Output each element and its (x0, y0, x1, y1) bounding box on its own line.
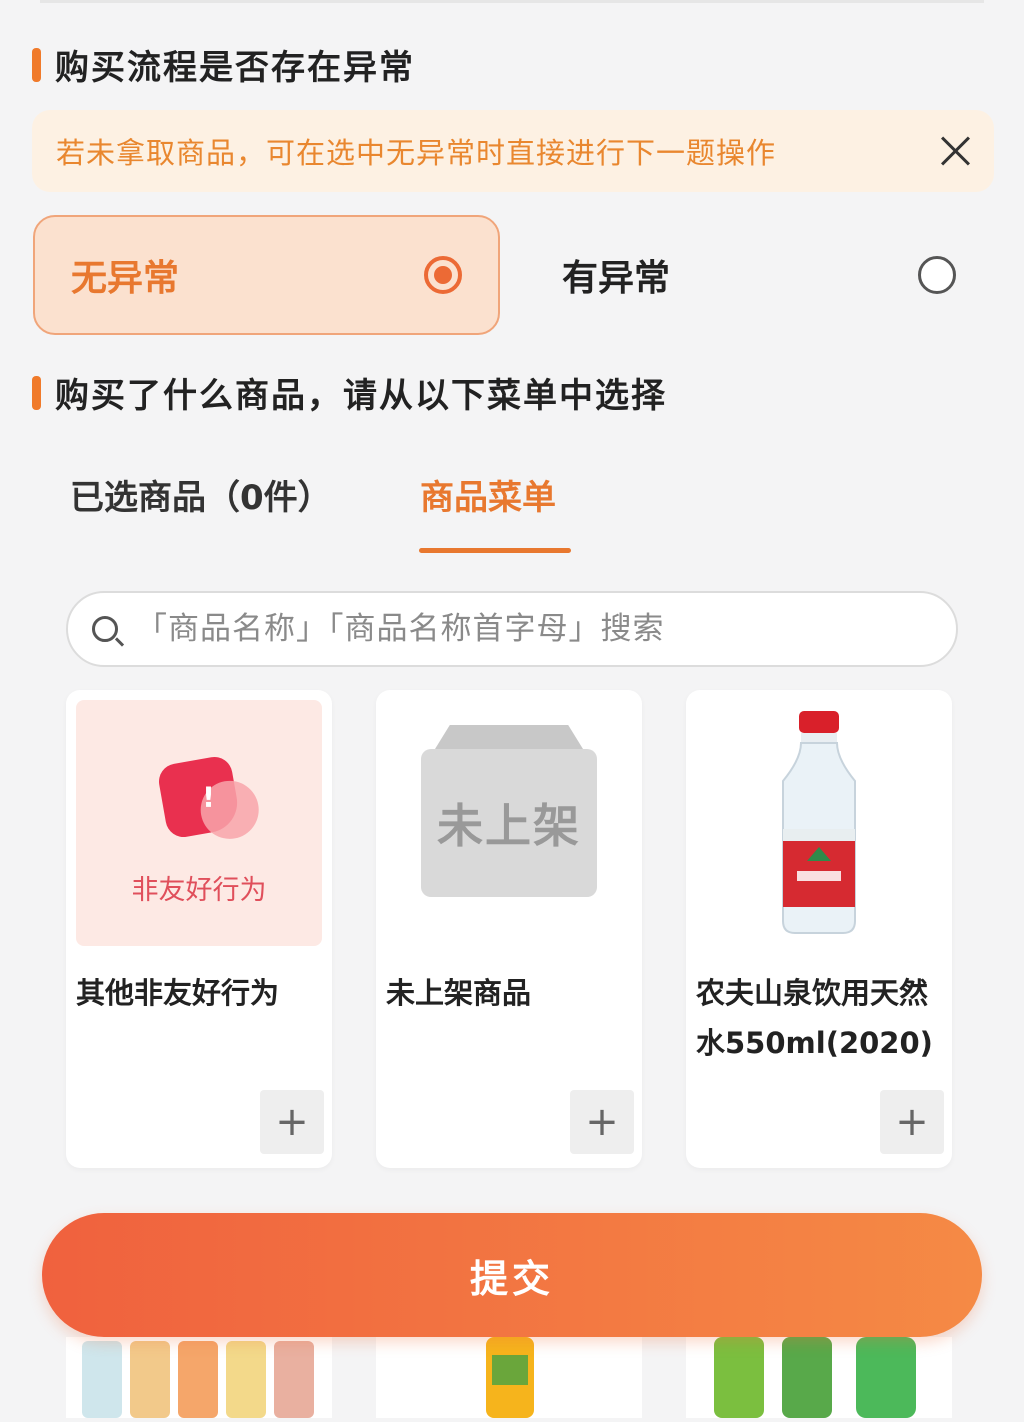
plus-icon: + (895, 1099, 929, 1145)
option-label: 无异常 (71, 258, 180, 299)
product-card[interactable]: ! 非友好行为 其他非友好行为 + (66, 690, 332, 1168)
plus-icon: + (275, 1099, 309, 1145)
tea-bottles-image (82, 1341, 314, 1418)
notice-text: 若未拿取商品，可在选中无异常时直接进行下一题操作 (56, 136, 777, 170)
add-product-button[interactable]: + (570, 1090, 634, 1154)
search-bar[interactable] (66, 591, 958, 667)
radio-checked-icon[interactable] (424, 256, 462, 294)
add-product-button[interactable]: + (260, 1090, 324, 1154)
product-image: 未上架 (386, 700, 632, 946)
add-product-button[interactable]: + (880, 1090, 944, 1154)
section-title-products: 购买了什么商品，请从以下菜单中选择 (32, 368, 667, 417)
product-image: ! 非友好行为 (76, 700, 322, 946)
product-image (696, 700, 942, 946)
search-input[interactable] (134, 610, 932, 648)
product-name: 其他非友好行为 (76, 976, 280, 1010)
radio-unchecked-icon[interactable] (918, 256, 956, 294)
juice-bottle-image (486, 1337, 534, 1418)
box-icon: 未上架 (421, 749, 597, 897)
section-marker (32, 47, 41, 82)
green-tea-bottles-image (714, 1337, 916, 1418)
tab-bar: 已选商品（0件） 商品菜单 (70, 470, 954, 560)
product-name: 未上架商品 (386, 976, 532, 1010)
search-icon (92, 616, 118, 642)
water-bottle-icon (782, 711, 856, 934)
top-divider (40, 0, 984, 3)
product-name: 农夫山泉饮用天然水550ml(2020) (696, 976, 933, 1060)
product-card[interactable]: 未上架 未上架商品 + (376, 690, 642, 1168)
tab-active-indicator (419, 548, 571, 553)
product-card-partial[interactable] (66, 1337, 332, 1418)
tab-product-menu[interactable]: 商品菜单 (420, 470, 556, 519)
option-label: 有异常 (562, 258, 671, 299)
section-title-text: 购买流程是否存在异常 (55, 48, 415, 88)
product-card[interactable]: 农夫山泉饮用天然水550ml(2020) + (686, 690, 952, 1168)
section-title-abnormal: 购买流程是否存在异常 (32, 40, 415, 89)
notice-banner: 若未拿取商品，可在选中无异常时直接进行下一题操作 (32, 110, 994, 192)
product-card-partial[interactable] (376, 1337, 642, 1418)
section-marker (32, 375, 41, 410)
close-icon[interactable] (940, 136, 970, 166)
product-image-label: 非友好行为 (131, 874, 267, 906)
product-image-label: 未上架 (437, 799, 581, 853)
section-title-text: 购买了什么商品，请从以下菜单中选择 (55, 376, 667, 416)
option-abnormal[interactable]: 有异常 (526, 215, 992, 335)
tab-selected-products[interactable]: 已选商品（0件） (70, 470, 332, 519)
option-no-abnormal[interactable]: 无异常 (33, 215, 500, 335)
warning-icon: ! (156, 753, 242, 840)
plus-icon: + (585, 1099, 619, 1145)
submit-button[interactable]: 提交 (42, 1213, 982, 1337)
product-card-partial[interactable] (686, 1337, 952, 1418)
